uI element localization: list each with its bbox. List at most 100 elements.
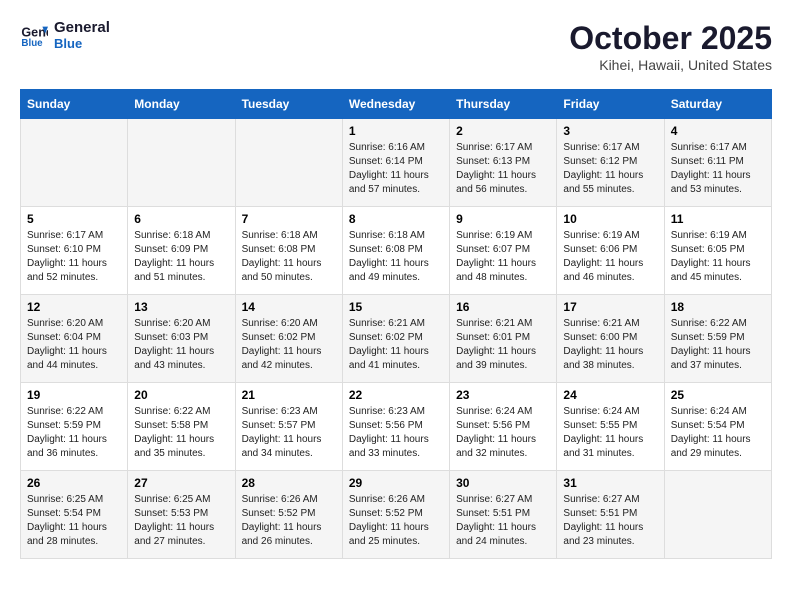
sunrise-text: Sunrise: 6:20 AM xyxy=(27,318,103,329)
daylight-text: Daylight: 11 hours and 42 minutes. xyxy=(242,346,322,371)
daylight-text: Daylight: 11 hours and 53 minutes. xyxy=(671,170,751,195)
sunrise-text: Sunrise: 6:24 AM xyxy=(563,406,639,417)
sunset-text: Sunset: 6:10 PM xyxy=(27,244,101,255)
daylight-text: Daylight: 11 hours and 39 minutes. xyxy=(456,346,536,371)
daylight-text: Daylight: 11 hours and 35 minutes. xyxy=(134,434,214,459)
day-number: 17 xyxy=(563,300,657,314)
logo-general: General xyxy=(54,19,110,36)
daylight-text: Daylight: 11 hours and 49 minutes. xyxy=(349,258,429,283)
daylight-text: Daylight: 11 hours and 48 minutes. xyxy=(456,258,536,283)
daylight-text: Daylight: 11 hours and 23 minutes. xyxy=(563,522,643,547)
calendar-cell: 19 Sunrise: 6:22 AM Sunset: 5:59 PM Dayl… xyxy=(21,383,128,471)
calendar-cell: 4 Sunrise: 6:17 AM Sunset: 6:11 PM Dayli… xyxy=(664,119,771,207)
day-number: 20 xyxy=(134,388,228,402)
sunrise-text: Sunrise: 6:16 AM xyxy=(349,142,425,153)
day-number: 6 xyxy=(134,212,228,226)
sunrise-text: Sunrise: 6:23 AM xyxy=(349,406,425,417)
daylight-text: Daylight: 11 hours and 32 minutes. xyxy=(456,434,536,459)
calendar-cell xyxy=(21,119,128,207)
sunset-text: Sunset: 6:06 PM xyxy=(563,244,637,255)
sunrise-text: Sunrise: 6:21 AM xyxy=(349,318,425,329)
day-info: Sunrise: 6:21 AM Sunset: 6:01 PM Dayligh… xyxy=(456,317,550,373)
sunrise-text: Sunrise: 6:25 AM xyxy=(134,494,210,505)
sunrise-text: Sunrise: 6:26 AM xyxy=(242,494,318,505)
calendar-week-row: 12 Sunrise: 6:20 AM Sunset: 6:04 PM Dayl… xyxy=(21,295,772,383)
day-info: Sunrise: 6:20 AM Sunset: 6:03 PM Dayligh… xyxy=(134,317,228,373)
day-number: 15 xyxy=(349,300,443,314)
daylight-text: Daylight: 11 hours and 38 minutes. xyxy=(563,346,643,371)
daylight-text: Daylight: 11 hours and 56 minutes. xyxy=(456,170,536,195)
day-info: Sunrise: 6:18 AM Sunset: 6:09 PM Dayligh… xyxy=(134,229,228,285)
daylight-text: Daylight: 11 hours and 33 minutes. xyxy=(349,434,429,459)
page-header: General Blue General Blue October 2025 K… xyxy=(20,20,772,73)
sunrise-text: Sunrise: 6:18 AM xyxy=(134,230,210,241)
sunset-text: Sunset: 5:56 PM xyxy=(349,420,423,431)
day-number: 26 xyxy=(27,476,121,490)
daylight-text: Daylight: 11 hours and 55 minutes. xyxy=(563,170,643,195)
day-info: Sunrise: 6:27 AM Sunset: 5:51 PM Dayligh… xyxy=(563,493,657,549)
sunset-text: Sunset: 5:54 PM xyxy=(27,508,101,519)
calendar-cell: 23 Sunrise: 6:24 AM Sunset: 5:56 PM Dayl… xyxy=(450,383,557,471)
calendar-cell: 6 Sunrise: 6:18 AM Sunset: 6:09 PM Dayli… xyxy=(128,207,235,295)
calendar-body: 1 Sunrise: 6:16 AM Sunset: 6:14 PM Dayli… xyxy=(21,119,772,559)
day-number: 25 xyxy=(671,388,765,402)
sunrise-text: Sunrise: 6:21 AM xyxy=(563,318,639,329)
calendar-cell: 12 Sunrise: 6:20 AM Sunset: 6:04 PM Dayl… xyxy=(21,295,128,383)
daylight-text: Daylight: 11 hours and 34 minutes. xyxy=(242,434,322,459)
logo-blue: Blue xyxy=(54,36,82,51)
calendar-cell: 21 Sunrise: 6:23 AM Sunset: 5:57 PM Dayl… xyxy=(235,383,342,471)
calendar-cell: 18 Sunrise: 6:22 AM Sunset: 5:59 PM Dayl… xyxy=(664,295,771,383)
calendar-cell: 24 Sunrise: 6:24 AM Sunset: 5:55 PM Dayl… xyxy=(557,383,664,471)
sunrise-text: Sunrise: 6:19 AM xyxy=(563,230,639,241)
day-info: Sunrise: 6:23 AM Sunset: 5:57 PM Dayligh… xyxy=(242,405,336,461)
daylight-text: Daylight: 11 hours and 24 minutes. xyxy=(456,522,536,547)
day-info: Sunrise: 6:20 AM Sunset: 6:04 PM Dayligh… xyxy=(27,317,121,373)
day-number: 11 xyxy=(671,212,765,226)
sunset-text: Sunset: 5:59 PM xyxy=(27,420,101,431)
sunset-text: Sunset: 5:51 PM xyxy=(456,508,530,519)
sunrise-text: Sunrise: 6:20 AM xyxy=(242,318,318,329)
calendar-header: SundayMondayTuesdayWednesdayThursdayFrid… xyxy=(21,90,772,119)
sunset-text: Sunset: 5:56 PM xyxy=(456,420,530,431)
calendar-cell: 11 Sunrise: 6:19 AM Sunset: 6:05 PM Dayl… xyxy=(664,207,771,295)
daylight-text: Daylight: 11 hours and 36 minutes. xyxy=(27,434,107,459)
calendar-cell: 9 Sunrise: 6:19 AM Sunset: 6:07 PM Dayli… xyxy=(450,207,557,295)
calendar-cell: 2 Sunrise: 6:17 AM Sunset: 6:13 PM Dayli… xyxy=(450,119,557,207)
sunset-text: Sunset: 6:07 PM xyxy=(456,244,530,255)
daylight-text: Daylight: 11 hours and 50 minutes. xyxy=(242,258,322,283)
calendar-cell: 5 Sunrise: 6:17 AM Sunset: 6:10 PM Dayli… xyxy=(21,207,128,295)
day-info: Sunrise: 6:25 AM Sunset: 5:54 PM Dayligh… xyxy=(27,493,121,549)
sunrise-text: Sunrise: 6:19 AM xyxy=(671,230,747,241)
sunset-text: Sunset: 6:08 PM xyxy=(349,244,423,255)
calendar-cell: 8 Sunrise: 6:18 AM Sunset: 6:08 PM Dayli… xyxy=(342,207,449,295)
svg-text:Blue: Blue xyxy=(21,39,43,50)
sunrise-text: Sunrise: 6:26 AM xyxy=(349,494,425,505)
sunrise-text: Sunrise: 6:17 AM xyxy=(456,142,532,153)
day-number: 16 xyxy=(456,300,550,314)
day-info: Sunrise: 6:20 AM Sunset: 6:02 PM Dayligh… xyxy=(242,317,336,373)
weekday-header-thursday: Thursday xyxy=(450,90,557,119)
sunset-text: Sunset: 5:51 PM xyxy=(563,508,637,519)
day-info: Sunrise: 6:17 AM Sunset: 6:12 PM Dayligh… xyxy=(563,141,657,197)
day-number: 10 xyxy=(563,212,657,226)
calendar-week-row: 19 Sunrise: 6:22 AM Sunset: 5:59 PM Dayl… xyxy=(21,383,772,471)
sunrise-text: Sunrise: 6:21 AM xyxy=(456,318,532,329)
day-info: Sunrise: 6:18 AM Sunset: 6:08 PM Dayligh… xyxy=(242,229,336,285)
day-number: 28 xyxy=(242,476,336,490)
daylight-text: Daylight: 11 hours and 46 minutes. xyxy=(563,258,643,283)
day-info: Sunrise: 6:22 AM Sunset: 5:59 PM Dayligh… xyxy=(27,405,121,461)
calendar-cell: 29 Sunrise: 6:26 AM Sunset: 5:52 PM Dayl… xyxy=(342,471,449,559)
day-info: Sunrise: 6:19 AM Sunset: 6:07 PM Dayligh… xyxy=(456,229,550,285)
day-number: 14 xyxy=(242,300,336,314)
calendar-cell: 30 Sunrise: 6:27 AM Sunset: 5:51 PM Dayl… xyxy=(450,471,557,559)
sunrise-text: Sunrise: 6:23 AM xyxy=(242,406,318,417)
sunrise-text: Sunrise: 6:25 AM xyxy=(27,494,103,505)
sunrise-text: Sunrise: 6:24 AM xyxy=(456,406,532,417)
sunset-text: Sunset: 6:02 PM xyxy=(242,332,316,343)
day-info: Sunrise: 6:27 AM Sunset: 5:51 PM Dayligh… xyxy=(456,493,550,549)
day-number: 30 xyxy=(456,476,550,490)
sunset-text: Sunset: 5:57 PM xyxy=(242,420,316,431)
calendar-cell: 25 Sunrise: 6:24 AM Sunset: 5:54 PM Dayl… xyxy=(664,383,771,471)
day-info: Sunrise: 6:17 AM Sunset: 6:11 PM Dayligh… xyxy=(671,141,765,197)
day-info: Sunrise: 6:21 AM Sunset: 6:00 PM Dayligh… xyxy=(563,317,657,373)
